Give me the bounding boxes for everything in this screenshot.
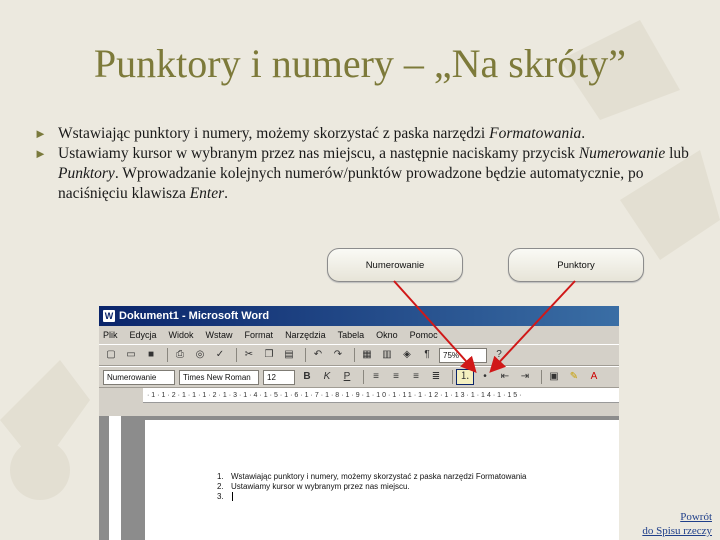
bullet-2-italic-bullets: Punktory bbox=[58, 165, 115, 182]
numbering-button-icon[interactable]: ⒈ bbox=[456, 369, 474, 385]
word-window-title: Dokument1 - Microsoft Word bbox=[119, 310, 270, 322]
align-right-icon[interactable]: ≡ bbox=[408, 370, 424, 384]
save-icon[interactable]: ■ bbox=[143, 348, 159, 362]
slide-title: Punktory i numery – „Na skróty” bbox=[93, 41, 627, 86]
menu-narzedzia[interactable]: Narzędzia bbox=[285, 330, 326, 340]
toolbar-separator bbox=[167, 348, 168, 362]
zoom-select[interactable]: 75% bbox=[439, 347, 487, 363]
vertical-ruler bbox=[109, 416, 121, 540]
back-to-contents-link[interactable]: Powrót do Spisu rzeczy bbox=[642, 510, 712, 538]
open-icon[interactable]: ▭ bbox=[123, 348, 139, 362]
formatting-toolbar: Numerowanie Times New Roman 12 B K P ≡ ≡… bbox=[99, 366, 619, 388]
doc-line-3: 3. bbox=[217, 492, 527, 502]
redo-icon[interactable]: ↷ bbox=[330, 348, 346, 362]
doc-line-2: 2. Ustawiamy kursor w wybranym przez nas … bbox=[217, 482, 410, 491]
toolbar-separator bbox=[363, 370, 364, 384]
decrease-indent-icon[interactable]: ⇤ bbox=[497, 370, 513, 384]
document-area: 1. Wstawiając punktory i numery, możemy s… bbox=[99, 416, 619, 540]
bullet-1-italic: Formatowania bbox=[489, 125, 582, 142]
align-left-icon[interactable]: ≡ bbox=[368, 370, 384, 384]
underline-icon[interactable]: P bbox=[339, 370, 355, 384]
style-select[interactable]: Numerowanie bbox=[103, 369, 175, 385]
menu-wstaw[interactable]: Wstaw bbox=[206, 330, 233, 340]
doc-line-1: 1. Wstawiając punktory i numery, możemy s… bbox=[217, 472, 527, 481]
cut-icon[interactable]: ✂ bbox=[241, 348, 257, 362]
document-page[interactable]: 1. Wstawiając punktory i numery, możemy s… bbox=[145, 420, 619, 540]
highlight-icon[interactable]: ✎ bbox=[566, 370, 582, 384]
table-icon[interactable]: ▦ bbox=[359, 348, 375, 362]
bullet-2-end: . bbox=[224, 185, 229, 202]
bullet-2-mid: lub bbox=[665, 145, 689, 162]
undo-icon[interactable]: ↶ bbox=[310, 348, 326, 362]
font-color-icon[interactable]: A bbox=[586, 370, 602, 384]
menu-plik[interactable]: Plik bbox=[103, 330, 118, 340]
bullet-list: ► Wstawiając punktory i numery, możemy s… bbox=[34, 124, 700, 204]
menu-format[interactable]: Format bbox=[245, 330, 274, 340]
bullet-2-italic-numbering: Numerowanie bbox=[578, 145, 666, 162]
menu-tabela[interactable]: Tabela bbox=[338, 330, 365, 340]
copy-icon[interactable]: ❐ bbox=[261, 348, 277, 362]
bullet-2-italic-enter: Enter bbox=[189, 185, 225, 202]
menu-okno[interactable]: Okno bbox=[376, 330, 398, 340]
word-menu-bar: Plik Edycja Widok Wstaw Format Narzędzia… bbox=[99, 326, 619, 344]
bullet-1-text: Wstawiając punktory i numery, możemy sko… bbox=[58, 125, 490, 142]
border-icon[interactable]: ▣ bbox=[546, 370, 562, 384]
columns-icon[interactable]: ▥ bbox=[379, 348, 395, 362]
bullet-2-after: . Wprowadzanie kolejnych numerów/punktów… bbox=[58, 165, 644, 202]
increase-indent-icon[interactable]: ⇥ bbox=[517, 370, 533, 384]
justify-icon[interactable]: ≣ bbox=[428, 370, 444, 384]
bullet-item-1: ► Wstawiając punktory i numery, możemy s… bbox=[34, 124, 700, 144]
menu-edycja[interactable]: Edycja bbox=[130, 330, 157, 340]
toolbar-separator bbox=[541, 370, 542, 384]
help-icon[interactable]: ? bbox=[491, 348, 507, 362]
paste-icon[interactable]: ▤ bbox=[281, 348, 297, 362]
bullets-button-icon[interactable]: • bbox=[477, 370, 493, 384]
drawing-icon[interactable]: ◈ bbox=[399, 348, 415, 362]
bullet-arrow-icon: ► bbox=[34, 126, 47, 141]
callout-numbering: Numerowanie bbox=[327, 248, 463, 282]
word-app-icon: W bbox=[103, 310, 115, 322]
word-title-bar: W Dokument1 - Microsoft Word bbox=[99, 306, 619, 326]
paragraph-marks-icon[interactable]: ¶ bbox=[419, 348, 435, 362]
spelling-icon[interactable]: ✓ bbox=[212, 348, 228, 362]
callout-bullets: Punktory bbox=[508, 248, 644, 282]
document-text: 1. Wstawiając punktory i numery, możemy s… bbox=[217, 472, 527, 502]
menu-pomoc[interactable]: Pomoc bbox=[410, 330, 438, 340]
font-size-select[interactable]: 12 bbox=[263, 369, 295, 385]
toolbar-separator bbox=[305, 348, 306, 362]
horizontal-ruler: ·1·1·2·1·1·1·2·1·3·1·4·1·5·1·6·1·7·1·8·1… bbox=[143, 388, 619, 403]
bullet-2-text: Ustawiamy kursor w wybranym przez nas mi… bbox=[58, 145, 579, 162]
bullet-item-2: ► Ustawiamy kursor w wybranym przez nas … bbox=[34, 144, 700, 204]
font-select[interactable]: Times New Roman bbox=[179, 369, 259, 385]
bullet-1-end: . bbox=[581, 125, 586, 142]
align-center-icon[interactable]: ≡ bbox=[388, 370, 404, 384]
preview-icon[interactable]: ◎ bbox=[192, 348, 208, 362]
toolbar-separator bbox=[354, 348, 355, 362]
toolbar-separator bbox=[236, 348, 237, 362]
word-window: W Dokument1 - Microsoft Word Plik Edycja… bbox=[99, 306, 619, 540]
bold-icon[interactable]: B bbox=[299, 370, 315, 384]
print-icon[interactable]: ⎙ bbox=[172, 348, 188, 362]
toolbar-separator bbox=[452, 370, 453, 384]
standard-toolbar: ▢ ▭ ■ ⎙ ◎ ✓ ✂ ❐ ▤ ↶ ↷ ▦ ▥ ◈ ¶ 75% ? bbox=[99, 344, 619, 366]
italic-icon[interactable]: K bbox=[319, 370, 335, 384]
bullet-arrow-icon: ► bbox=[34, 146, 47, 161]
new-document-icon[interactable]: ▢ bbox=[103, 348, 119, 362]
text-cursor bbox=[232, 492, 236, 501]
menu-widok[interactable]: Widok bbox=[169, 330, 194, 340]
